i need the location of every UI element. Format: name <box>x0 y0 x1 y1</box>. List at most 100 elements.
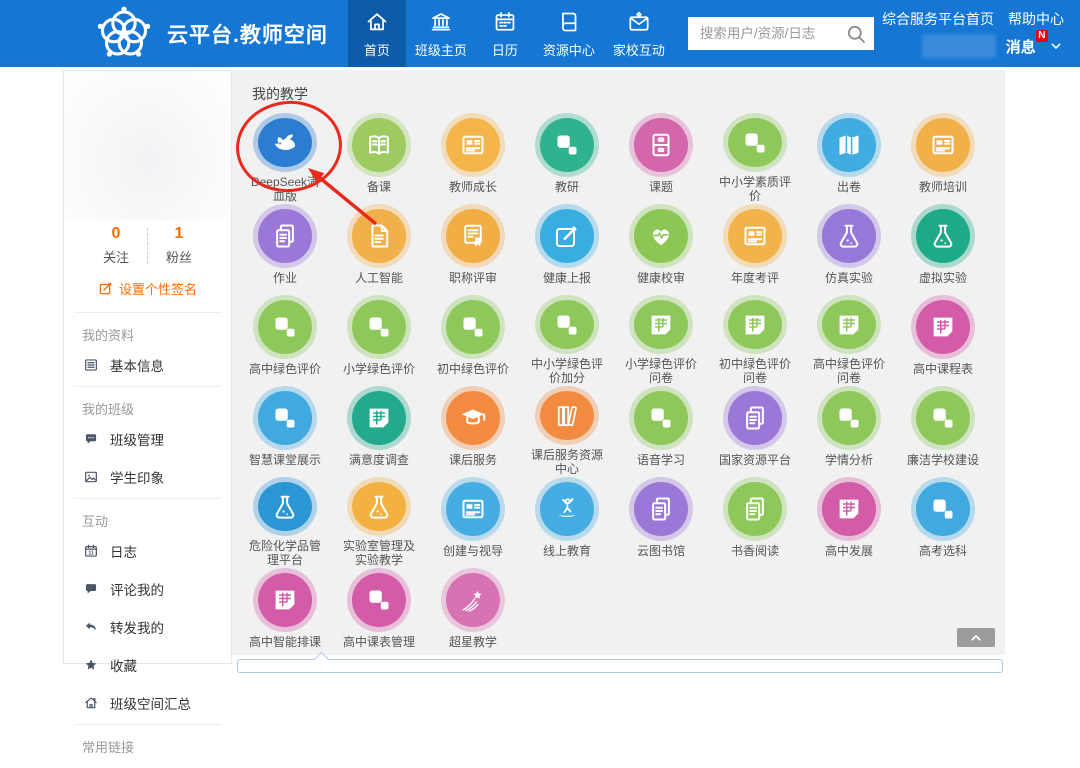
tiles-icon <box>634 391 688 445</box>
sidebar-item-class-space-summary[interactable]: 班级空间汇总 <box>82 684 213 722</box>
map-icon <box>822 118 876 172</box>
app-tile-label: 课题 <box>625 180 697 194</box>
tiles-icon <box>258 300 312 354</box>
sidebar-item-reposts-of-me[interactable]: 转发我的 <box>82 608 213 646</box>
nav-item-class-home[interactable]: 班级主页 <box>406 0 476 67</box>
app-tile-label: 语音学习 <box>625 453 697 467</box>
link-help-center[interactable]: 帮助中心 <box>1008 9 1064 29</box>
app-tile-teacher-training[interactable]: 教师培训 <box>896 112 990 203</box>
nav-item-calendar[interactable]: 日历 <box>476 0 534 67</box>
sheet-icon <box>258 573 312 627</box>
reply-icon <box>82 619 100 635</box>
app-tile-junior-green-questionnaire[interactable]: 初中绿色评价问卷 <box>708 294 802 385</box>
app-tile-title-review[interactable]: 职称评审 <box>426 203 520 294</box>
app-tile-smart-classroom[interactable]: 智慧课堂展示 <box>238 385 332 476</box>
app-tile-exam-maker[interactable]: 出卷 <box>802 112 896 203</box>
set-signature-link[interactable]: 设置个性签名 <box>64 266 231 312</box>
sidebar-section-title: 我的资料 <box>82 321 213 346</box>
app-tile-teaching-research[interactable]: 教研 <box>520 112 614 203</box>
app-tile-health-report[interactable]: 健康上报 <box>520 203 614 294</box>
app-tile-deepseek[interactable]: DeepSeek满血版 <box>238 112 332 203</box>
followers-stat[interactable]: 1 粉丝 <box>148 225 210 266</box>
app-tile-k12-green-eval-bonus[interactable]: 中小学绿色评价加分 <box>520 294 614 385</box>
app-tile-ai[interactable]: 人工智能 <box>332 203 426 294</box>
messages-label: 消息 <box>1006 36 1036 57</box>
followers-label: 粉丝 <box>148 247 210 266</box>
app-tile-label: 中小学绿色评价加分 <box>531 357 603 385</box>
comment-icon <box>82 581 100 597</box>
following-stat[interactable]: 0 关注 <box>85 225 147 266</box>
newspaper-icon <box>446 482 500 536</box>
app-tile-label: 线上教育 <box>531 544 603 558</box>
app-tile-national-resources[interactable]: 国家资源平台 <box>708 385 802 476</box>
search-input[interactable] <box>698 25 844 42</box>
sidebar-item-journal[interactable]: 11日志 <box>82 532 213 570</box>
app-tile-reading[interactable]: 书香阅读 <box>708 476 802 567</box>
app-tile-research-topic[interactable]: 课题 <box>614 112 708 203</box>
app-tile-online-education[interactable]: 线上教育 <box>520 476 614 567</box>
app-tile-simulation-lab[interactable]: 仿真实验 <box>802 203 896 294</box>
nav-item-home-school[interactable]: 家校互动 <box>604 0 674 67</box>
app-tile-clean-school[interactable]: 廉洁学校建设 <box>896 385 990 476</box>
sidebar-item-comments-on-me[interactable]: 评论我的 <box>82 570 213 608</box>
tiles-icon <box>822 391 876 445</box>
tiles-icon <box>446 300 500 354</box>
platform-logo-icon <box>93 3 155 65</box>
scroll-top-button[interactable] <box>957 628 995 647</box>
messages-link[interactable]: 消息 N <box>1006 36 1064 57</box>
link-platform-home[interactable]: 综合服务平台首页 <box>882 9 994 29</box>
app-tile-lab-management[interactable]: 实验室管理及实验教学 <box>332 476 426 567</box>
app-tile-learning-analysis[interactable]: 学情分析 <box>802 385 896 476</box>
nav-item-resources[interactable]: 资源中心 <box>534 0 604 67</box>
comet-icon <box>446 573 500 627</box>
sidebar-item-favorites[interactable]: 收藏 <box>82 646 213 684</box>
search-icon[interactable] <box>844 22 868 46</box>
app-tile-junior-green-eval[interactable]: 初中绿色评价 <box>426 294 520 385</box>
app-tile-creation-supervision[interactable]: 创建与视导 <box>426 476 520 567</box>
app-tile-teacher-growth[interactable]: 教师成长 <box>426 112 520 203</box>
tiles-icon <box>916 482 970 536</box>
app-tile-lesson-prep[interactable]: 备课 <box>332 112 426 203</box>
sidebar-item-class-management[interactable]: 班级管理 <box>82 420 213 458</box>
sidebar-item-basic-info[interactable]: 基本信息 <box>82 346 213 384</box>
app-tile-primary-green-questionnaire[interactable]: 小学绿色评价问卷 <box>614 294 708 385</box>
app-tile-primary-green-eval[interactable]: 小学绿色评价 <box>332 294 426 385</box>
app-tile-after-school-service[interactable]: 课后服务 <box>426 385 520 476</box>
app-tile-hs-timetable[interactable]: 高中课程表 <box>896 294 990 385</box>
sidebar-item-student-impression[interactable]: 学生印象 <box>82 458 213 496</box>
app-tile-cloud-library[interactable]: 云图书馆 <box>614 476 708 567</box>
app-tile-hs-smart-scheduling[interactable]: 高中智能排课 <box>238 567 332 658</box>
app-tile-satisfaction-survey[interactable]: 满意度调查 <box>332 385 426 476</box>
sidebar-item-label: 基本信息 <box>110 355 164 375</box>
app-tile-hs-green-eval[interactable]: 高中绿色评价 <box>238 294 332 385</box>
pencil-icon <box>98 281 113 296</box>
app-tile-hs-green-questionnaire[interactable]: 高中绿色评价问卷 <box>802 294 896 385</box>
papers-icon <box>728 482 782 536</box>
app-tile-label: 健康校审 <box>625 271 697 285</box>
search-box <box>688 17 874 50</box>
app-tile-voice-learning[interactable]: 语音学习 <box>614 385 708 476</box>
app-tile-superstar-teaching[interactable]: 超星教学 <box>426 567 520 658</box>
app-tile-k12-quality-eval[interactable]: 中小学素质评价 <box>708 112 802 203</box>
blurred-username <box>922 34 996 58</box>
list-icon <box>82 357 100 373</box>
heartbeat-icon <box>634 209 688 263</box>
avatar <box>64 71 231 221</box>
app-tile-health-audit[interactable]: 健康校审 <box>614 203 708 294</box>
app-tile-homework[interactable]: 作业 <box>238 203 332 294</box>
tiles-icon <box>352 300 406 354</box>
calendar-icon <box>492 9 518 35</box>
app-tile-after-school-resources[interactable]: 课后服务资源中心 <box>520 385 614 476</box>
app-tile-hs-development[interactable]: 高中发展 <box>802 476 896 567</box>
app-tile-hazardous-chemicals[interactable]: 危险化学品管理平台 <box>238 476 332 567</box>
mail-icon <box>626 9 652 35</box>
app-tile-label: 高中课表管理 <box>343 635 415 649</box>
nav-item-home[interactable]: 首页 <box>348 0 406 67</box>
app-tile-virtual-lab[interactable]: 虚拟实验 <box>896 203 990 294</box>
sidebar-section-common-links: 常用链接 <box>74 724 221 768</box>
app-tile-gaokao-subject-selection[interactable]: 高考选科 <box>896 476 990 567</box>
app-tile-annual-review[interactable]: 年度考评 <box>708 203 802 294</box>
app-tile-hs-timetable-management[interactable]: 高中课表管理 <box>332 567 426 658</box>
app-tile-label: 高中智能排课 <box>249 635 321 649</box>
tiles-icon <box>540 118 594 172</box>
